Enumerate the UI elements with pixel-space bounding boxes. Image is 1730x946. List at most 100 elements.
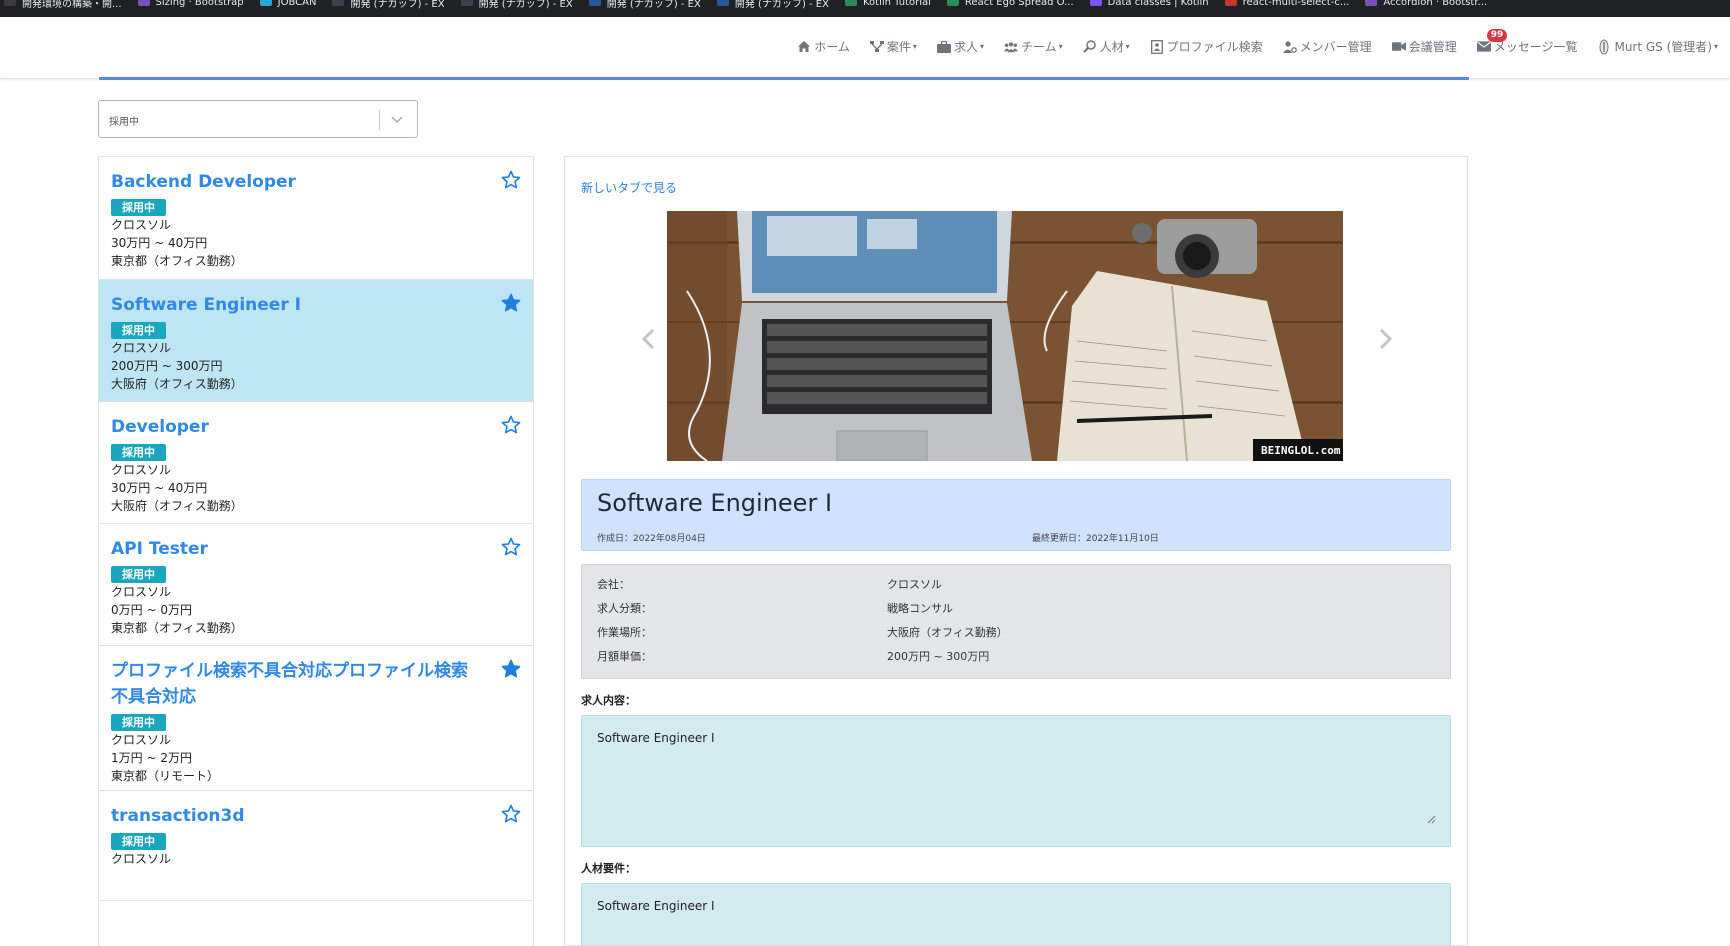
job-location: 東京都（オフィス勤務） <box>111 621 243 635</box>
bookmark-favicon-icon <box>4 0 16 6</box>
bookmark-favicon-icon <box>460 0 473 6</box>
job-salary: 0万円 ~ 0万円 <box>111 603 192 617</box>
info-value: 200万円 ~ 300万円 <box>887 650 990 663</box>
carousel-prev-icon[interactable] <box>639 327 657 351</box>
resize-grip-icon[interactable] <box>1427 815 1436 824</box>
bookmarks-bar: 開発環境の構築・開... Sizing · Bootstrap JOBCAN 開発 (… <box>0 0 1730 17</box>
job-list-item[interactable]: Backend Developer 採用中クロスソル 30万円 ~ 40万円東京都（… <box>99 157 533 280</box>
job-list-item[interactable]: Developer 採用中 クロスソル 30万円 ~ 40万円 大阪府（オフィス勤務） <box>99 402 533 524</box>
job-detail-title: Software Engineer I <box>597 489 833 517</box>
nav-messages[interactable]: 99 メッセージ一覧 <box>1476 29 1578 55</box>
carousel-next-icon[interactable] <box>1377 327 1395 351</box>
job-company: クロスソル <box>111 585 172 599</box>
bookmark-item[interactable]: 開発 (ナガッフ) - EX <box>588 0 701 10</box>
bookmark-favicon-icon <box>1089 0 1102 6</box>
bookmark-item[interactable]: react-multi-select-c... <box>1224 0 1350 8</box>
nav-meeting-management[interactable]: 会議管理 <box>1391 38 1457 55</box>
updated-date: 最終更新日：2022年11月10日 <box>1032 534 1159 544</box>
job-title-link[interactable]: transaction3d <box>111 803 471 829</box>
nav-teams[interactable]: チーム ▾ <box>1003 38 1063 55</box>
nav-jobs[interactable]: 求人 ▾ <box>936 38 984 55</box>
caret-down-icon: ▾ <box>1125 42 1130 51</box>
info-row-monthly-rate: 月額単価： 200万円 ~ 300万円 <box>597 648 989 664</box>
bookmark-label: React Ego Spread O... <box>964 0 1074 8</box>
bookmark-item[interactable]: React Ego Spread O... <box>946 0 1074 8</box>
job-salary: 30万円 ~ 40万円 <box>111 481 208 495</box>
nav-user-menu[interactable]: Murt GS (管理者) ▾ <box>1597 38 1718 55</box>
bookmark-favicon-icon <box>137 0 150 6</box>
bookmark-item[interactable]: Data classes | Kotlin <box>1089 0 1209 8</box>
job-title-link[interactable]: Developer <box>111 414 471 440</box>
star-outline-icon[interactable] <box>501 170 521 190</box>
nav-home[interactable]: ホーム <box>797 38 850 55</box>
bookmark-favicon-icon <box>259 0 272 6</box>
bookmark-item[interactable]: 開発環境の構築・開... <box>4 0 122 10</box>
job-list-item[interactable]: transaction3d 採用中 クロスソル <box>99 791 533 901</box>
job-title-link[interactable]: Software Engineer I <box>111 292 471 318</box>
job-location: 東京都（オフィス勤務） <box>111 254 243 268</box>
open-in-new-tab-link[interactable]: 新しいタブで見る <box>581 179 677 196</box>
nav-talent[interactable]: 人材 ▾ <box>1082 38 1130 55</box>
status-badge: 採用中 <box>111 322 166 339</box>
bookmark-label: Sizing · Bootstrap <box>155 0 244 8</box>
job-company: クロスソル <box>111 463 172 477</box>
bookmark-item[interactable]: JOBCAN <box>259 0 317 8</box>
image-carousel: BEINGLOL.com <box>667 211 1343 461</box>
info-value: 戦略コンサル <box>887 602 953 615</box>
status-badge: 採用中 <box>111 199 166 216</box>
star-filled-icon[interactable] <box>501 293 521 313</box>
nav-projects-label: 案件 <box>886 40 911 54</box>
info-key: 求人分類： <box>597 602 652 615</box>
bookmark-item[interactable]: 開発 (ナガッフ) - EX <box>460 0 573 10</box>
nav-profile-search[interactable]: プロファイル検索 <box>1150 38 1263 55</box>
status-badge: 採用中 <box>111 714 166 731</box>
messages-count-badge: 99 <box>1486 29 1508 42</box>
select-separator <box>379 110 380 130</box>
job-list-item[interactable]: API Tester 採用中 クロスソル 0万円 ~ 0万円 東京都（オフィス勤務） <box>99 524 533 646</box>
home-icon <box>797 40 811 54</box>
nav-member-management[interactable]: メンバー管理 <box>1282 38 1372 55</box>
job-salary: 200万円 ~ 300万円 <box>111 359 223 373</box>
bookmark-label: JOBCAN <box>277 0 317 8</box>
nav-member-management-label: メンバー管理 <box>1299 40 1372 54</box>
requirements-text: Software Engineer I <box>597 899 715 913</box>
job-salary: 1万円 ~ 2万円 <box>111 751 192 765</box>
star-outline-icon[interactable] <box>501 537 521 557</box>
job-info-box: 会社： クロスソル 求人分類： 戦略コンサル 作業場所： 大阪府（オフィス勤務） 月額… <box>581 564 1451 679</box>
video-icon <box>1391 40 1406 54</box>
nav-messages-label: メッセージ一覧 <box>1493 40 1578 54</box>
bookmark-label: 開発 (ナガッフ) - EX <box>606 0 701 10</box>
nav-projects[interactable]: 案件 ▾ <box>869 38 917 55</box>
job-company: クロスソル <box>111 218 172 232</box>
bookmark-item[interactable]: Sizing · Bootstrap <box>137 0 244 8</box>
job-title-link[interactable]: Backend Developer <box>111 169 471 195</box>
job-title-box: Software Engineer I 作成日：2022年08月04日 最終更新… <box>581 479 1451 551</box>
bookmark-favicon-icon <box>1224 0 1237 6</box>
bookmark-favicon-icon <box>716 0 729 6</box>
info-key: 月額単価： <box>597 650 652 663</box>
job-title-link[interactable]: API Tester <box>111 536 471 562</box>
job-content-textarea[interactable]: Software Engineer I <box>581 715 1451 847</box>
bookmark-label: react-multi-select-c... <box>1242 0 1350 8</box>
bookmark-item[interactable]: Accordion · Bootstr... <box>1365 0 1487 8</box>
requirements-textarea[interactable]: Software Engineer I <box>581 883 1451 945</box>
star-outline-icon[interactable] <box>501 415 521 435</box>
star-filled-icon[interactable] <box>501 659 521 679</box>
status-filter-select[interactable]: 採用中 <box>98 100 418 138</box>
bookmark-item[interactable]: Kotlin Tutorial <box>844 0 931 8</box>
chevron-down-icon[interactable] <box>389 111 405 127</box>
nav-user-label: Murt GS (管理者) <box>1614 40 1712 54</box>
info-key: 作業場所： <box>597 626 652 639</box>
bookmark-label: Kotlin Tutorial <box>862 0 931 8</box>
job-list-item[interactable]: Software Engineer I 採用中クロスソル 200万円 ~ 300万円… <box>99 280 533 402</box>
star-outline-icon[interactable] <box>501 804 521 824</box>
user-cog-icon <box>1282 40 1297 54</box>
bookmark-item[interactable]: 開発 (ナガッフ) - EX <box>332 0 445 10</box>
profile-card-icon <box>1150 39 1164 54</box>
bookmark-item[interactable]: 開発 (ナガッフ) - EX <box>716 0 829 10</box>
job-title-link[interactable]: プロファイル検索不具合対応プロファイル検索不具合対応 <box>111 658 471 710</box>
users-icon <box>1003 40 1018 54</box>
job-list-item[interactable]: プロファイル検索不具合対応プロファイル検索不具合対応 採用中 クロスソル 1万円 ~ … <box>99 646 533 791</box>
job-company: クロスソル <box>111 341 172 355</box>
job-salary: 30万円 ~ 40万円 <box>111 236 208 250</box>
